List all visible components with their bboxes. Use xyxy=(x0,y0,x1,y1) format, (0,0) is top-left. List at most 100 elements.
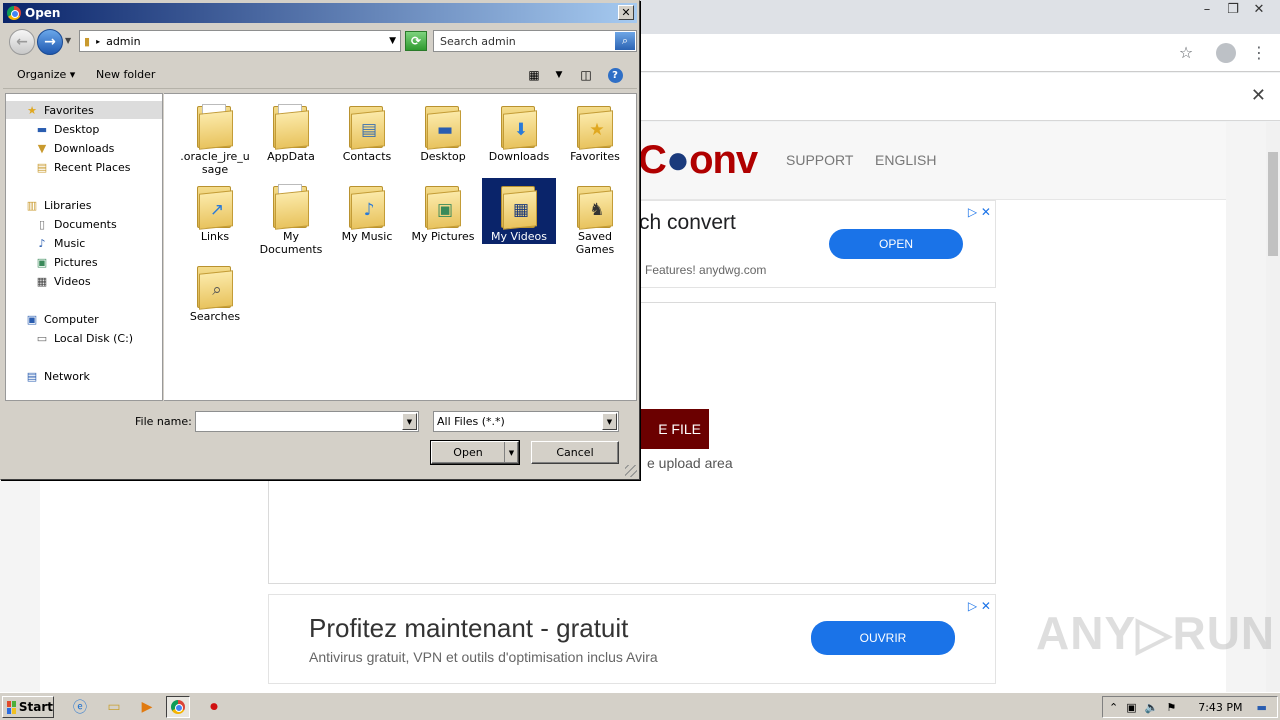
nav-videos[interactable]: ▦ Videos xyxy=(34,272,91,290)
open-button[interactable]: Open ▼ xyxy=(430,440,520,465)
nav-language-link[interactable]: ENGLISH xyxy=(875,152,936,168)
taskbar: Start ⓔ ▭ ▶ ⏺ ⌃ ▣ 🔈 ⚑ 7:43 PM ▬ xyxy=(0,692,1280,720)
nav-music[interactable]: ♪ Music xyxy=(34,234,85,252)
window-controls: – ❐ ✕ xyxy=(1194,0,1272,18)
nav-downloads[interactable]: ▼ Downloads xyxy=(34,139,115,157)
file-type-select[interactable]: All Files (*.*) ▼ xyxy=(433,411,619,432)
anyrun-watermark: ANY▷RUN xyxy=(1036,607,1276,659)
file-item-links[interactable]: ↗ Links xyxy=(178,178,252,243)
file-item-oracle-jre-usage[interactable]: .oracle_jre_u sage xyxy=(178,98,252,176)
file-name-dropdown-icon[interactable]: ▼ xyxy=(402,413,417,430)
file-type-dropdown-icon[interactable]: ▼ xyxy=(602,413,617,430)
network-icon: ▤ xyxy=(26,369,38,383)
volume-icon[interactable]: 🔈 xyxy=(1145,701,1159,714)
downloads-icon: ▼ xyxy=(37,141,47,155)
file-item-desktop[interactable]: ▬ Desktop xyxy=(406,98,480,163)
file-item-appdata[interactable]: AppData xyxy=(254,98,328,163)
breadcrumb-admin[interactable]: admin xyxy=(106,35,140,48)
choose-file-button[interactable]: E FILE xyxy=(639,409,709,449)
ad-banner-bottom[interactable]: ▷ ✕ Profitez maintenant - gratuit Antivi… xyxy=(268,594,996,684)
resize-grip[interactable] xyxy=(625,465,637,477)
site-logo[interactable]: C●onv xyxy=(638,138,758,183)
change-view-icon[interactable]: ▦ xyxy=(525,66,543,84)
ad-open-button[interactable]: OPEN xyxy=(829,229,963,259)
ad-choices-icon[interactable]: ▷ ✕ xyxy=(968,599,991,613)
browser-menu-icon[interactable]: ⋮ xyxy=(1248,42,1270,64)
help-icon: ? xyxy=(607,67,623,83)
opera-icon[interactable]: ⏺ xyxy=(202,696,226,718)
file-item-my-pictures[interactable]: ▣ My Pictures xyxy=(406,178,480,243)
search-icon[interactable]: ⌕ xyxy=(615,32,635,50)
nav-libraries[interactable]: ▥ Libraries xyxy=(24,196,92,214)
notification-close-icon[interactable]: ✕ xyxy=(1251,85,1266,106)
refresh-button[interactable]: ⟳ xyxy=(405,31,427,51)
music-icon: ♪ xyxy=(38,236,46,250)
cancel-button[interactable]: Cancel xyxy=(531,441,619,464)
nav-desktop[interactable]: ▬ Desktop xyxy=(34,120,100,138)
scrollbar-thumb[interactable] xyxy=(1268,152,1278,256)
ad-choices-icon[interactable]: ▷ ✕ xyxy=(968,205,991,219)
show-desktop-icon[interactable]: ▬ xyxy=(1257,701,1267,714)
star-icon[interactable]: ☆ xyxy=(1175,42,1197,64)
file-name-input[interactable]: ▼ xyxy=(195,411,419,432)
file-item-downloads[interactable]: ⬇ Downloads xyxy=(482,98,556,163)
ad-title: Profitez maintenant - gratuit xyxy=(309,613,629,643)
hard-disk-icon: ▭ xyxy=(36,331,48,345)
nav-support-link[interactable]: SUPPORT xyxy=(786,152,853,168)
network-tray-icon[interactable]: ▣ xyxy=(1126,701,1136,714)
internet-explorer-icon[interactable]: ⓔ xyxy=(68,696,92,718)
address-dropdown-icon[interactable]: ▼ xyxy=(389,36,396,46)
nav-favorites[interactable]: ★ Favorites xyxy=(6,101,162,119)
dialog-titlebar[interactable]: Open ✕ xyxy=(3,3,637,23)
new-folder-button[interactable]: New folder xyxy=(96,68,155,81)
dialog-close-button[interactable]: ✕ xyxy=(618,5,634,20)
close-window-button[interactable]: ✕ xyxy=(1246,0,1272,18)
nav-pictures[interactable]: ▣ Pictures xyxy=(34,253,98,271)
folder-icon xyxy=(195,102,235,150)
nav-network[interactable]: ▤ Network xyxy=(24,367,90,385)
chrome-icon xyxy=(171,700,185,714)
file-item-searches[interactable]: ⌕ Searches xyxy=(178,258,252,323)
preview-pane-icon[interactable]: ◫ xyxy=(577,66,595,84)
file-item-my-videos[interactable]: ▦ My Videos xyxy=(482,178,556,244)
search-input[interactable]: Search admin ⌕ xyxy=(433,30,637,52)
nav-documents[interactable]: ▯ Documents xyxy=(34,215,117,233)
file-item-favorites[interactable]: ★ Favorites xyxy=(558,98,632,163)
open-options-chevron-down-icon[interactable]: ▼ xyxy=(504,442,518,463)
view-options-chevron-down-icon[interactable]: ▼ xyxy=(550,66,568,84)
media-player-icon[interactable]: ▶ xyxy=(135,696,159,718)
favorites-folder-icon: ★ xyxy=(575,102,615,150)
start-button[interactable]: Start xyxy=(2,696,54,718)
chrome-taskbar-icon[interactable] xyxy=(166,696,190,718)
profile-button[interactable] xyxy=(1215,42,1237,64)
navigation-bar: ← → ▼ ▮ ▸ admin ▼ ⟳ Search admin ⌕ xyxy=(3,27,637,57)
nav-computer[interactable]: ▣ Computer xyxy=(24,310,99,328)
contacts-folder-icon: ▤ xyxy=(347,102,387,150)
ad-title: ch convert xyxy=(639,211,736,234)
file-item-my-documents[interactable]: My Documents xyxy=(254,178,328,256)
address-bar[interactable]: ▮ ▸ admin ▼ xyxy=(79,30,401,52)
recent-pages-chevron-down-icon[interactable]: ▼ xyxy=(65,36,71,45)
breadcrumb-chevron-icon[interactable]: ▸ xyxy=(96,37,100,46)
ad-ouvrir-button[interactable]: OUVRIR xyxy=(811,621,955,655)
file-item-contacts[interactable]: ▤ Contacts xyxy=(330,98,404,163)
nav-recent-places[interactable]: ▤ Recent Places xyxy=(34,158,131,176)
file-item-my-music[interactable]: ♪ My Music xyxy=(330,178,404,243)
file-name-label: File name: xyxy=(135,415,192,428)
clock[interactable]: 7:43 PM xyxy=(1198,701,1242,714)
star-icon: ★ xyxy=(27,103,37,117)
searches-folder-icon: ⌕ xyxy=(195,262,235,310)
forward-button[interactable]: → xyxy=(37,29,63,55)
explorer-folder-icon[interactable]: ▭ xyxy=(102,696,126,718)
tray-expand-icon[interactable]: ⌃ xyxy=(1109,701,1118,714)
action-center-flag-icon[interactable]: ⚑ xyxy=(1166,701,1176,714)
file-item-saved-games[interactable]: ♞ Saved Games xyxy=(558,178,632,256)
help-button[interactable]: ? xyxy=(606,66,624,84)
restore-button[interactable]: ❐ xyxy=(1220,0,1246,18)
dialog-footer: File name: ▼ All Files (*.*) ▼ Open ▼ Ca… xyxy=(3,405,637,477)
nav-local-disk[interactable]: ▭ Local Disk (C:) xyxy=(34,329,133,347)
minimize-button[interactable]: – xyxy=(1194,0,1220,18)
back-button[interactable]: ← xyxy=(9,29,35,55)
documents-folder-icon xyxy=(271,182,311,230)
organize-menu[interactable]: Organize ▾ xyxy=(17,68,75,81)
